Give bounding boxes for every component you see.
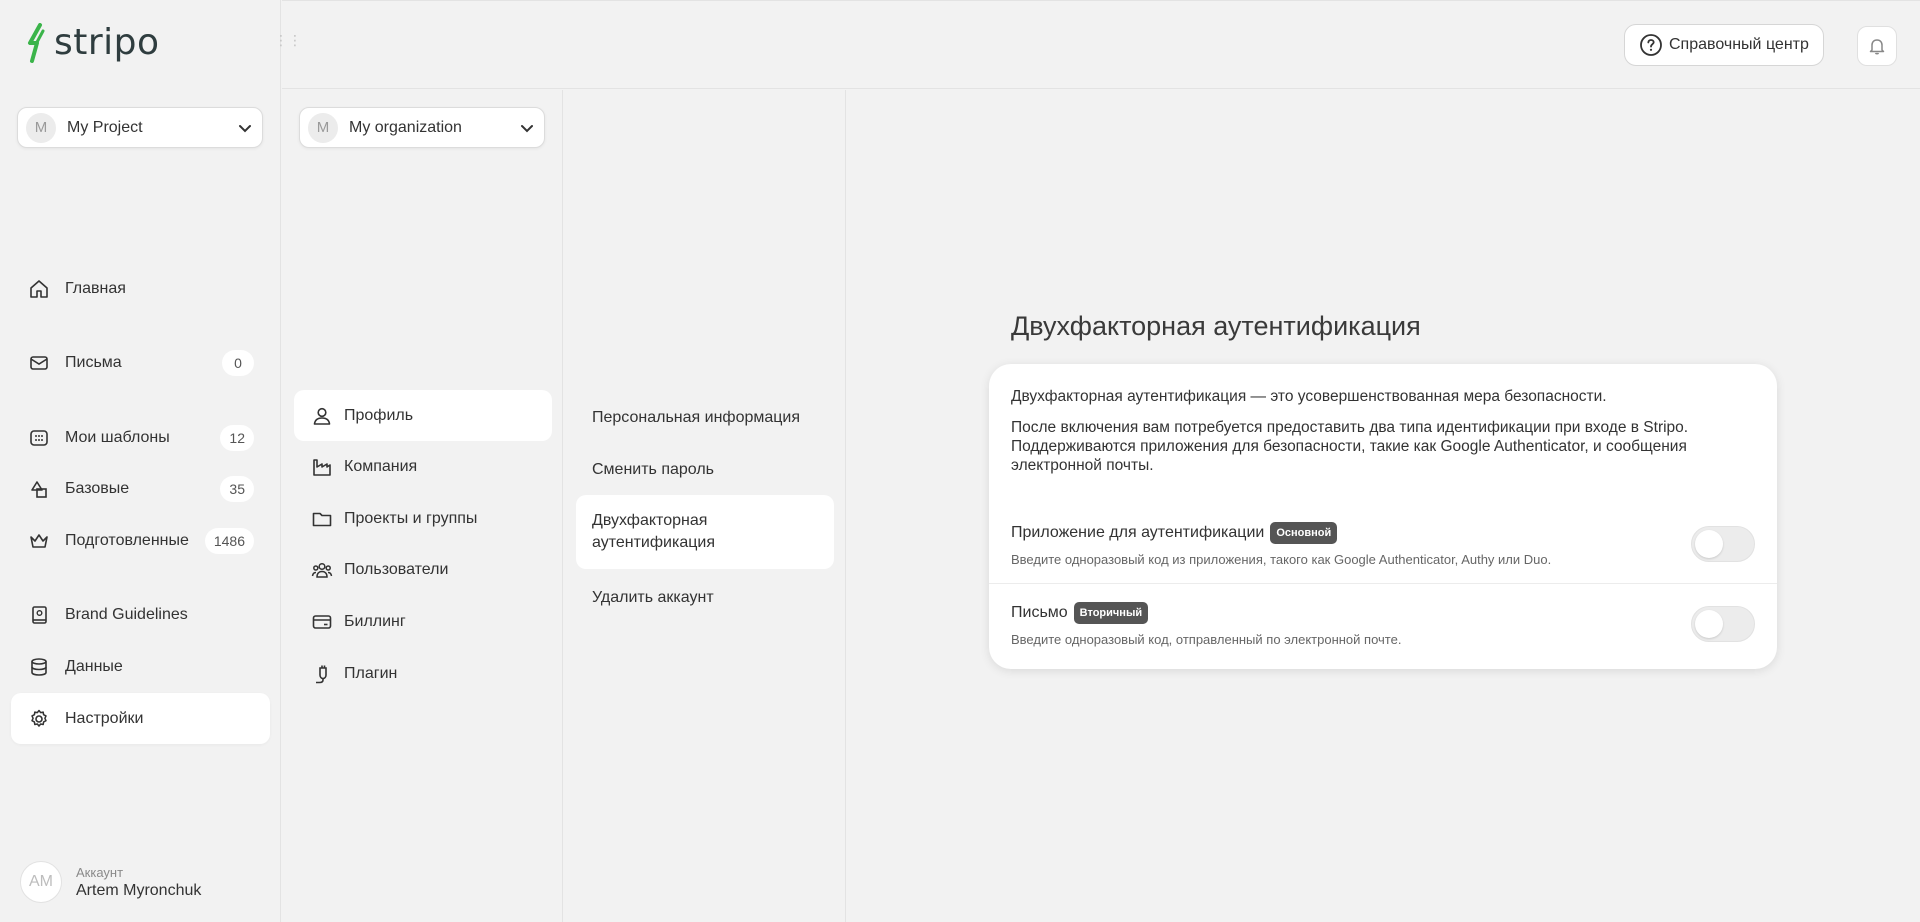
mail-icon — [27, 351, 51, 375]
submenu-item-two-factor[interactable]: Двухфакторная аутентификация — [576, 495, 834, 569]
sidebar-item-prepared[interactable]: Подготовленные 1486 — [11, 515, 270, 566]
crown-icon — [27, 529, 51, 553]
sidebar-item-basic[interactable]: Базовые 35 — [11, 463, 270, 514]
question-circle-icon — [1640, 34, 1662, 56]
submenu-item-label: Персональная информация — [592, 409, 801, 426]
sidebar-item-label: Базовые — [65, 479, 130, 497]
count-badge: 0 — [222, 349, 254, 376]
notifications-button[interactable] — [1857, 26, 1897, 66]
organization-avatar: M — [308, 112, 338, 143]
sidebar-item-label: Подготовленные — [65, 531, 189, 549]
submenu-item-label: Двухфакторная аутентификация — [592, 512, 715, 551]
sidebar-item-label: Письма — [65, 353, 122, 371]
auth-app-toggle[interactable] — [1691, 526, 1755, 562]
count-badge: 12 — [220, 424, 254, 451]
page-title: Двухфакторная аутентификация — [1011, 311, 1421, 341]
sidebar-item-brand-guidelines[interactable]: Brand Guidelines — [11, 589, 270, 640]
help-center-button[interactable]: Справочный центр — [1624, 24, 1824, 66]
users-icon — [310, 558, 334, 582]
gear-icon — [27, 707, 51, 731]
menu-item-label: Профиль — [344, 406, 414, 424]
submenu-item-delete-account[interactable]: Удалить аккаунт — [576, 572, 834, 624]
submenu-item-label: Сменить пароль — [592, 461, 715, 478]
menu-item-billing[interactable]: Биллинг — [294, 596, 552, 647]
account-info: Аккаунт Artem Myronchuk — [76, 865, 201, 900]
templates-icon — [27, 426, 51, 450]
details-text: После включения вам потребуется предоста… — [1011, 419, 1689, 474]
avatar: AM — [20, 861, 62, 903]
chevron-down-icon — [239, 124, 251, 132]
sidebar-item-data[interactable]: Данные — [11, 641, 270, 692]
menu-item-label: Компания — [344, 457, 418, 475]
sidebar-item-label: Главная — [65, 279, 126, 297]
brand-name: stripo — [54, 22, 160, 63]
option-description: Введите одноразовый код, отправленный по… — [1011, 632, 1402, 647]
sidebar-item-label: Brand Guidelines — [65, 605, 188, 623]
submenu-item-label: Удалить аккаунт — [592, 589, 714, 606]
bell-icon — [1869, 39, 1885, 55]
menu-item-projects-groups[interactable]: Проекты и группы — [294, 493, 552, 544]
intro-text: Двухфакторная аутентификация — это усове… — [1011, 388, 1607, 405]
menu-item-plugin[interactable]: Плагин — [294, 648, 552, 699]
account-block[interactable]: AM Аккаунт Artem Myronchuk — [20, 861, 201, 903]
option-auth-app: Приложение для аутентификации Основной В… — [1011, 522, 1755, 572]
menu-item-label: Биллинг — [344, 612, 406, 630]
settings-menu: M My organization Профиль Компания Проек… — [282, 90, 563, 922]
credit-card-icon — [310, 610, 334, 634]
count-badge: 35 — [220, 475, 254, 502]
option-title: Письмо — [1011, 604, 1068, 621]
email-toggle[interactable] — [1691, 606, 1755, 642]
database-icon — [27, 655, 51, 679]
option-description: Введите одноразовый код из приложения, т… — [1011, 552, 1552, 567]
sidebar: stripo ⋮⋮ M My Project Главная Письма 0 — [0, 0, 302, 922]
project-avatar: M — [26, 112, 56, 143]
help-center-label: Справочный центр — [1669, 36, 1809, 53]
menu-item-label: Плагин — [344, 664, 398, 682]
menu-item-users[interactable]: Пользователи — [294, 544, 552, 595]
menu-item-profile[interactable]: Профиль — [294, 390, 552, 441]
top-header: Справочный центр — [282, 0, 1920, 89]
count-badge: 1486 — [204, 527, 254, 554]
account-caption: Аккаунт — [76, 864, 124, 880]
submenu-item-personal-info[interactable]: Персональная информация — [576, 392, 834, 444]
account-name: Artem Myronchuk — [76, 881, 202, 899]
sidebar-item-emails[interactable]: Письма 0 — [11, 337, 270, 388]
organization-selector[interactable]: M My organization — [299, 107, 545, 148]
sidebar-item-label: Данные — [65, 657, 123, 675]
organization-selector-label: My organization — [349, 118, 462, 136]
plug-icon — [310, 662, 334, 686]
user-icon — [310, 404, 334, 428]
factory-icon — [310, 455, 334, 479]
project-selector[interactable]: M My Project — [17, 107, 263, 148]
sidebar-item-label: Мои шаблоны — [65, 428, 170, 446]
secondary-badge: Вторичный — [1073, 602, 1149, 624]
submenu-item-change-password[interactable]: Сменить пароль — [576, 444, 834, 496]
menu-item-company[interactable]: Компания — [294, 441, 552, 492]
option-title: Приложение для аутентификации — [1011, 524, 1265, 541]
stripo-logo-icon — [28, 22, 45, 63]
chevron-down-icon — [521, 124, 533, 132]
sidebar-item-label: Настройки — [65, 709, 144, 727]
stripo-logo[interactable]: stripo — [26, 22, 160, 63]
shapes-icon — [27, 477, 51, 501]
profile-submenu: Персональная информация Сменить пароль Д… — [563, 90, 846, 922]
home-icon — [27, 277, 51, 301]
app-root: stripo ⋮⋮ M My Project Главная Письма 0 — [0, 0, 1920, 922]
sidebar-item-settings[interactable]: Настройки — [11, 693, 270, 744]
sidebar-item-my-templates[interactable]: Мои шаблоны 12 — [11, 412, 270, 463]
option-email: Письмо Вторичный Введите одноразовый код… — [1011, 602, 1755, 652]
primary-badge: Основной — [1270, 522, 1338, 544]
menu-item-label: Проекты и группы — [344, 509, 478, 527]
sidebar-item-home[interactable]: Главная — [11, 263, 270, 314]
divider — [989, 583, 1777, 584]
folder-icon — [310, 507, 334, 531]
two-factor-card: Двухфакторная аутентификация — это усове… — [989, 364, 1777, 669]
brand-book-icon — [27, 603, 51, 627]
menu-item-label: Пользователи — [344, 560, 449, 578]
project-selector-label: My Project — [67, 118, 143, 136]
